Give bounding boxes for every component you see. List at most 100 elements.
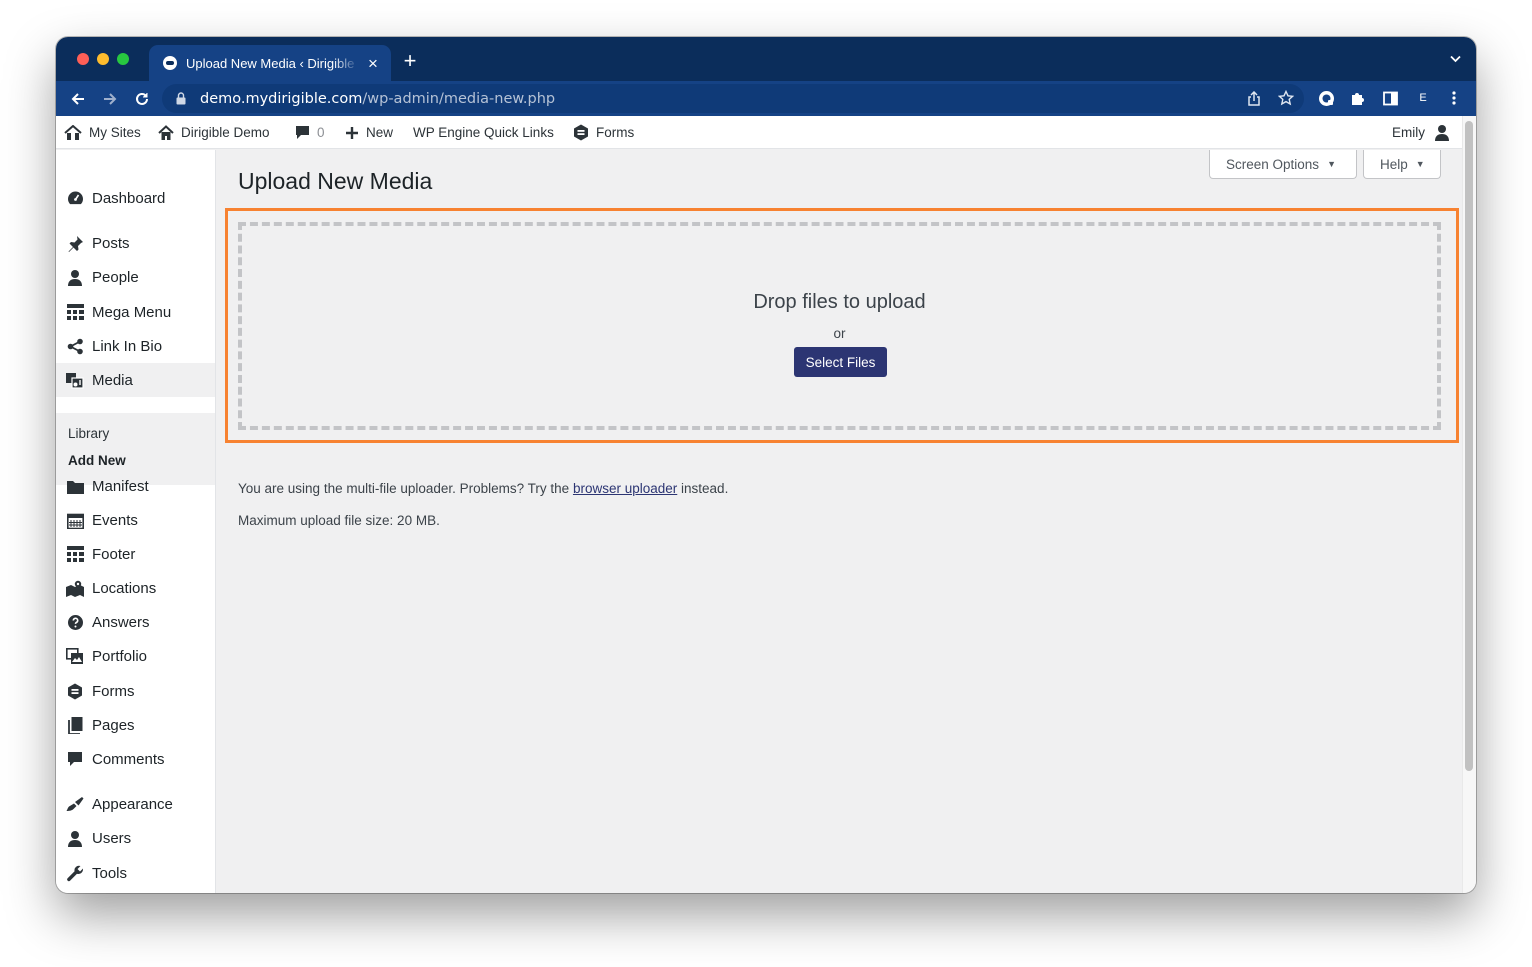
site-favicon-icon [163,56,177,70]
sidebar-item-portfolio[interactable]: Portfolio [56,639,215,673]
sidebar-item-label: Media [92,371,133,389]
sidebar-item-tools[interactable]: Tools [56,856,215,890]
new-tab-button[interactable]: + [399,50,421,72]
sidebar-item-label: Dashboard [92,189,166,207]
person-icon [66,829,84,847]
help-icon [66,613,84,631]
home-icon [158,124,174,140]
sidebar-item-link-in-bio[interactable]: Link In Bio [56,329,215,363]
sidebar-item-label: Answers [92,613,150,631]
sidebar-item-pages[interactable]: Pages [56,708,215,742]
drop-or-text: or [833,326,846,341]
extension-badge-icon[interactable] [1316,88,1336,108]
minimize-window-button[interactable] [97,53,109,65]
lock-icon [176,92,190,105]
site-name-label: Dirigible Demo [181,125,270,140]
uploader-notice: You are using the multi-file uploader. P… [238,481,728,496]
sidebar-item-label: Users [92,829,132,847]
sidebar-item-locations[interactable]: Locations [56,571,215,605]
profile-avatar[interactable]: E [1415,90,1431,106]
screen-options-label: Screen Options [1226,156,1320,172]
forms-link[interactable]: Forms [573,116,634,149]
gravity-forms-icon [574,124,588,141]
sidebar-item-footer[interactable]: Footer [56,537,215,571]
url-path: /wp-admin/media-new.php [362,90,556,107]
sidebar-item-people[interactable]: People [56,260,215,294]
sidebar-item-label: Forms [92,682,135,700]
user-name: Emily [1392,125,1425,140]
sidebar-item-users[interactable]: Users [56,821,215,855]
close-window-button[interactable] [77,53,89,65]
sidebar-item-label: Link In Bio [92,337,163,355]
url-host: demo.mydirigible.com [200,90,363,107]
browser-toolbar: demo.mydirigible.com/wp-admin/media-new.… [56,81,1476,116]
media-icon [66,371,84,389]
sidebar-item-media[interactable]: Media [56,363,215,397]
submenu-library[interactable]: Library [68,426,109,441]
share-icon[interactable] [1244,88,1264,108]
reload-icon[interactable] [132,89,152,109]
browser-window: Upload New Media ‹ Dirigible Demo — Word… [56,37,1476,893]
map-icon [66,579,84,597]
my-sites-label: My Sites [89,125,141,140]
close-tab-icon[interactable]: × [365,55,381,72]
pages-icon [66,716,84,734]
browser-tab[interactable]: Upload New Media ‹ Dirigible Demo — Word… [149,45,391,81]
bookmark-star-icon[interactable] [1276,88,1296,108]
extensions-puzzle-icon[interactable] [1348,88,1368,108]
new-label: New [366,125,394,140]
sidebar-item-appearance[interactable]: Appearance [56,787,215,821]
browser-menu-icon[interactable] [1444,88,1464,108]
user-account-link[interactable]: Emily [1392,116,1457,149]
portfolio-icon [66,647,84,665]
pin-icon [66,234,84,252]
sidebar-item-forms[interactable]: Forms [56,674,215,708]
site-name-link[interactable]: Dirigible Demo [158,116,270,149]
uploader-text-before: You are using the multi-file uploader. P… [238,481,570,496]
select-files-button[interactable]: Select Files [794,347,887,377]
scrollbar-thumb[interactable] [1465,121,1473,771]
page-title: Upload New Media [238,168,433,194]
sidebar-item-comments[interactable]: Comments [56,742,215,776]
sidebar-item-label: Manifest [92,477,149,495]
my-sites-link[interactable]: My Sites [64,116,141,149]
sidebar-item-events[interactable]: Events [56,503,215,537]
calendar-icon [66,511,84,529]
browser-uploader-link[interactable]: browser uploader [573,481,677,496]
my-sites-icon [64,124,82,140]
sidebar-item-label: Mega Menu [92,303,172,321]
forward-arrow-icon[interactable] [100,89,120,109]
sidebar-item-label: Comments [92,750,165,768]
sidebar-item-mega-menu[interactable]: Mega Menu [56,295,215,329]
tab-search-chevron-icon[interactable] [1449,52,1462,70]
sidebar-item-answers[interactable]: Answers [56,605,215,639]
dashboard-icon [66,189,84,207]
forms-icon [66,682,84,700]
drop-zone[interactable]: Drop files to upload or Select Files [238,222,1441,430]
sidebar-item-label: Footer [92,545,136,563]
back-arrow-icon[interactable] [68,89,88,109]
sidebar-item-dashboard[interactable]: Dashboard [56,181,215,215]
max-upload-size: Maximum upload file size: 20 MB. [238,513,440,528]
sidebar-item-settings[interactable]: Settings [56,890,215,893]
wrench-icon [66,864,84,882]
submenu-add-new[interactable]: Add New [68,453,126,468]
sidebar-item-label: Posts [92,234,130,252]
wp-admin-bar: My Sites Dirigible Demo 0 New WP Engine … [56,116,1462,149]
sidebar-item-label: Appearance [92,795,173,813]
person-icon [66,268,84,286]
new-content-link[interactable]: New [345,116,393,149]
sidebar-item-posts[interactable]: Posts [56,226,215,260]
comments-link[interactable]: 0 [295,116,325,149]
side-panel-icon[interactable] [1380,88,1400,108]
wp-engine-quick-links[interactable]: WP Engine Quick Links [413,116,554,149]
help-button[interactable]: Help ▼ [1363,150,1441,179]
sidebar-item-manifest[interactable]: Manifest [56,469,215,503]
admin-sidebar: Library Add New Dashboard Posts People Mega… [56,150,216,893]
grid-icon [66,545,84,563]
address-bar[interactable]: demo.mydirigible.com/wp-admin/media-new.… [162,84,1304,113]
screen-options-button[interactable]: Screen Options ▼ [1209,150,1357,179]
sidebar-item-label: Portfolio [92,647,148,665]
quick-links-label: WP Engine Quick Links [413,125,554,140]
zoom-window-button[interactable] [117,53,129,65]
